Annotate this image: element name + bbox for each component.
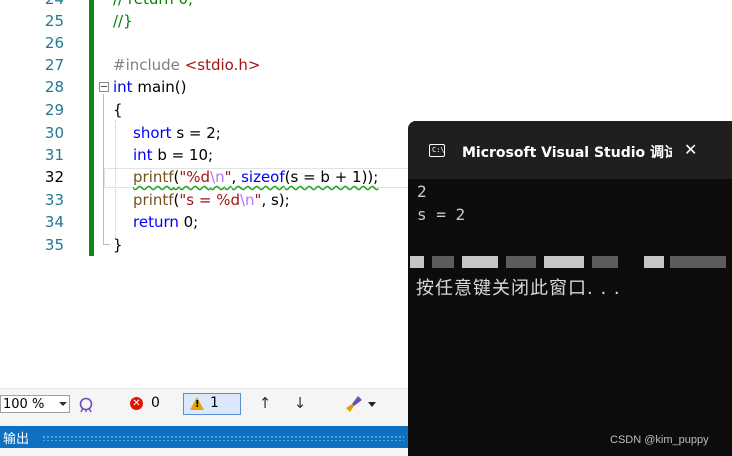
function-name: printf xyxy=(133,191,174,209)
warning-icon-mark: ! xyxy=(195,399,200,410)
code-line: short s = 2; xyxy=(133,124,221,142)
error-count[interactable]: 0 xyxy=(151,395,160,411)
code-text: 0; xyxy=(178,213,199,231)
code-line: } xyxy=(113,236,123,254)
terminal-icon: C:\ xyxy=(429,144,445,157)
console-title: Microsoft Visual Studio 调试控制台 xyxy=(462,145,672,161)
change-tracking-bar xyxy=(89,0,94,256)
line-number: 35 xyxy=(44,236,64,254)
code-line: return 0; xyxy=(133,213,198,231)
line-number-current: 32 xyxy=(44,168,64,186)
code-text: (s = b + 1)); xyxy=(284,168,379,186)
string-literal: "%d xyxy=(179,168,211,186)
string-literal: " xyxy=(224,168,232,186)
code-text: main() xyxy=(132,78,187,96)
code-text: s = 2; xyxy=(171,124,221,142)
code-text: b = 10; xyxy=(152,146,214,164)
code-text: , s); xyxy=(261,191,290,209)
code-line: { xyxy=(113,101,123,119)
console-output-line: 2 xyxy=(417,182,427,201)
code-line-current: printf("%d\n", sizeof(s = b + 1)); xyxy=(133,168,378,186)
editor-status-bar: 100 % ✕ 0 ! 1 ↑ ↓ xyxy=(0,388,408,427)
output-panel-title: 输出 xyxy=(3,432,30,447)
line-number: 33 xyxy=(44,191,64,209)
chevron-down-icon[interactable] xyxy=(368,402,376,407)
line-number: 24 xyxy=(0,0,64,8)
zoom-select[interactable]: 100 % xyxy=(0,395,70,413)
line-number: 25 xyxy=(44,12,64,30)
keyword: short xyxy=(133,124,172,142)
brush-icon[interactable] xyxy=(344,394,364,414)
include-header: <stdio.h> xyxy=(184,56,261,74)
previous-issue-button[interactable]: ↑ xyxy=(257,394,273,412)
panel-grip xyxy=(42,435,404,441)
debug-console-window[interactable]: C:\ Microsoft Visual Studio 调试控制台 ✕ 2 s … xyxy=(408,121,732,456)
close-button[interactable]: ✕ xyxy=(684,140,697,159)
preprocessor: #include xyxy=(113,56,185,74)
terminal-icon-text: C:\ xyxy=(432,146,445,154)
chevron-down-icon xyxy=(59,402,67,406)
zoom-value: 100 % xyxy=(3,397,45,412)
output-panel-header[interactable]: 输出 xyxy=(0,426,408,448)
code-line: //} xyxy=(113,12,133,30)
escape-sequence: \n xyxy=(239,191,255,209)
keyword: return xyxy=(133,213,179,231)
next-issue-button[interactable]: ↓ xyxy=(292,394,308,412)
code-line: printf("s = %d\n", s); xyxy=(133,191,290,209)
line-number: 34 xyxy=(44,213,64,231)
code-line: #include <stdio.h> xyxy=(113,56,260,74)
keyword: sizeof xyxy=(241,168,285,186)
watermark: CSDN @kim_puppy xyxy=(610,434,709,446)
line-number: 29 xyxy=(44,101,64,119)
keyword: int xyxy=(113,78,133,96)
escape-sequence: \n xyxy=(210,168,225,186)
string-literal: "s = %d xyxy=(179,191,240,209)
line-number: 30 xyxy=(44,124,64,142)
warning-count: 1 xyxy=(210,395,219,411)
console-title-bar[interactable]: C:\ Microsoft Visual Studio 调试控制台 ✕ xyxy=(408,121,732,179)
line-number: 31 xyxy=(44,146,64,164)
line-number: 28 xyxy=(44,78,64,96)
code-cleanup-icon[interactable] xyxy=(78,395,94,413)
obscured-console-line xyxy=(408,252,732,272)
code-line: // return 0; xyxy=(113,0,193,8)
line-number: 26 xyxy=(44,34,64,52)
console-output-line: s = 2 xyxy=(417,205,466,224)
press-any-key-prompt: 按任意键关闭此窗口. . . xyxy=(416,278,621,299)
line-number: 27 xyxy=(44,56,64,74)
collapse-region-icon[interactable] xyxy=(99,82,109,92)
code-line: int main() xyxy=(113,78,187,96)
function-name: printf xyxy=(133,168,174,186)
code-line: int b = 10; xyxy=(133,146,213,164)
keyword: int xyxy=(133,146,153,164)
fold-guide-end xyxy=(103,244,110,245)
error-icon[interactable]: ✕ xyxy=(130,397,143,410)
warning-filter-button[interactable]: ! 1 xyxy=(183,393,241,415)
output-panel-body xyxy=(0,448,408,456)
code-text: , xyxy=(231,168,242,186)
